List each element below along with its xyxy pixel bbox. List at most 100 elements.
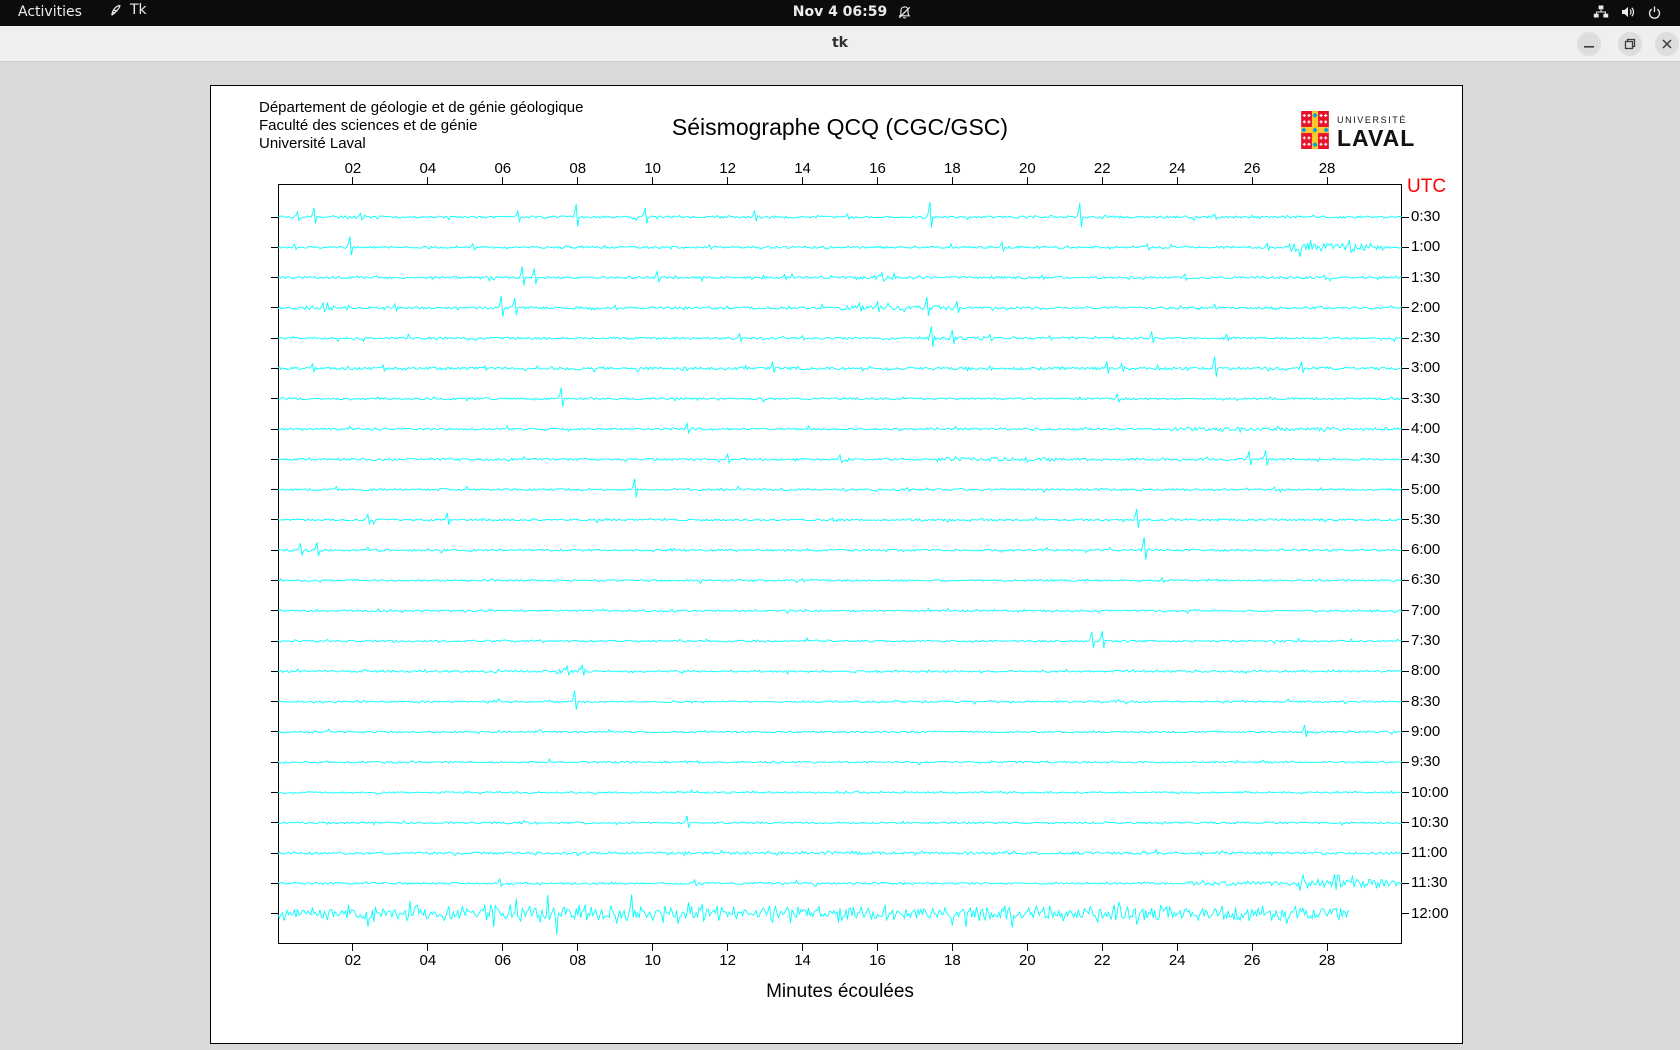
x-tick-label: 04 (419, 952, 437, 969)
row-tick (1402, 882, 1409, 884)
row-tick (1402, 307, 1409, 309)
row-tick (1402, 428, 1409, 430)
row-tick (1402, 913, 1409, 915)
row-tick (271, 822, 278, 824)
utc-time-label: 12:00 (1411, 904, 1449, 922)
row-tick (271, 701, 278, 703)
row-tick (271, 640, 278, 642)
row-tick (271, 277, 278, 279)
x-tick-label: 24 (1168, 952, 1186, 969)
close-button[interactable] (1655, 32, 1679, 56)
row-tick (271, 731, 278, 733)
row-tick (1402, 579, 1409, 581)
utc-time-label: 11:00 (1411, 844, 1448, 862)
x-tick (502, 177, 504, 184)
x-tick-label: 18 (944, 160, 961, 177)
x-tick-label: 02 (344, 952, 362, 969)
minimize-button[interactable] (1577, 32, 1601, 56)
utc-time-label: 9:30 (1411, 753, 1441, 771)
x-tick-label: 28 (1318, 160, 1336, 177)
row-tick (271, 913, 278, 915)
row-tick (271, 398, 278, 400)
plot-title: Séismographe QCQ (CGC/GSC) (671, 114, 1009, 140)
x-tick (1326, 944, 1328, 951)
row-tick (271, 246, 278, 248)
x-tick-label: 08 (569, 160, 587, 177)
row-tick (271, 367, 278, 369)
row-tick (1402, 792, 1409, 793)
x-tick (1251, 177, 1253, 184)
row-tick (271, 882, 278, 884)
row-tick (1402, 519, 1409, 521)
laval-crest-icon (1301, 111, 1329, 154)
x-tick (1101, 177, 1103, 184)
row-tick (1402, 337, 1409, 339)
utc-time-label: 0:30 (1411, 208, 1441, 225)
x-tick (876, 944, 878, 951)
utc-time-label: 6:30 (1411, 571, 1441, 589)
x-tick (876, 177, 878, 184)
x-tick (502, 944, 504, 951)
row-tick (1402, 640, 1409, 642)
x-tick-label: 08 (569, 952, 587, 969)
utc-time-label: 5:30 (1411, 510, 1441, 528)
x-axis-title: Minutes écoulées (766, 981, 914, 1002)
utc-time-label: 3:30 (1411, 389, 1441, 407)
system-status-area[interactable] (1593, 4, 1662, 24)
utc-time-label: 10:00 (1411, 783, 1449, 801)
row-tick (271, 519, 278, 521)
x-tick-label: 10 (644, 952, 661, 969)
x-tick-label: 04 (419, 160, 437, 177)
maximize-button[interactable] (1618, 32, 1642, 56)
logo-laval-text: LAVAL (1337, 125, 1416, 151)
x-tick-label: 26 (1243, 952, 1261, 969)
x-tick-label: 16 (869, 160, 886, 177)
x-tick (802, 177, 804, 184)
row-tick (1402, 549, 1409, 551)
plot-frame (278, 184, 1402, 944)
x-tick-label: 10 (644, 160, 661, 177)
x-tick-label: 06 (494, 952, 512, 969)
row-tick (1402, 489, 1409, 491)
x-tick-label: 20 (1018, 952, 1036, 969)
row-tick (271, 458, 278, 460)
row-tick (271, 852, 278, 854)
utc-time-label: 7:00 (1411, 601, 1441, 619)
clock-button[interactable]: Nov 4 06:59 (0, 4, 1680, 20)
row-tick (271, 307, 278, 309)
utc-time-label: 8:00 (1411, 662, 1441, 680)
x-tick (1251, 944, 1253, 951)
x-tick (427, 177, 429, 184)
row-tick (1402, 610, 1409, 612)
row-tick (271, 428, 278, 430)
x-tick (1326, 177, 1328, 184)
x-tick (352, 944, 354, 951)
x-tick (1026, 944, 1028, 951)
notifications-disabled-icon (897, 5, 912, 24)
x-tick (352, 177, 354, 184)
row-tick (271, 216, 278, 218)
row-tick (271, 792, 278, 793)
x-tick (1176, 944, 1178, 951)
row-tick (1402, 822, 1409, 824)
window-titlebar[interactable]: tk (0, 26, 1680, 62)
x-tick-label: 12 (719, 952, 736, 969)
row-tick (271, 489, 278, 491)
x-tick-label: 20 (1018, 160, 1036, 177)
x-tick (577, 177, 579, 184)
utc-time-label: 9:00 (1411, 722, 1441, 740)
row-tick (271, 670, 278, 672)
utc-time-label: 6:00 (1411, 541, 1441, 559)
row-tick (1402, 701, 1409, 703)
x-tick (1026, 177, 1028, 184)
x-tick (652, 944, 654, 951)
row-tick (271, 549, 278, 551)
universite-laval-logo: UNIVERSITÉ LAVAL (1301, 111, 1415, 154)
x-tick-label: 28 (1318, 952, 1336, 969)
row-tick (271, 337, 278, 339)
utc-axis-label: UTC (1407, 176, 1447, 197)
row-tick (1402, 246, 1409, 248)
row-tick (271, 610, 278, 612)
row-tick (1402, 458, 1409, 460)
x-tick (951, 177, 953, 184)
